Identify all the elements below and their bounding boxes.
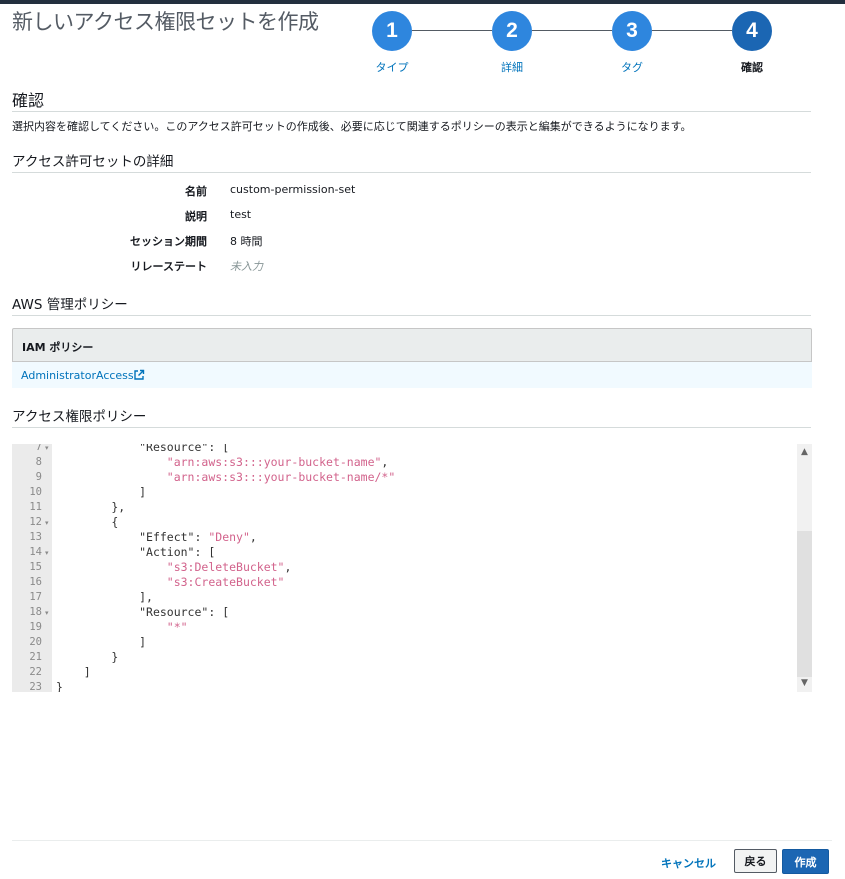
line-number: 20: [29, 636, 42, 648]
column-header-iam-policy: IAM ポリシー: [22, 341, 94, 354]
code-line: "Resource": [: [139, 605, 230, 619]
line-number: 9: [35, 471, 42, 483]
policy-table-header: IAM ポリシー: [12, 328, 812, 362]
policy-code-editor[interactable]: 7 ▾ 8 9 10 11 12 ▾ 13 14 ▾ 15 16 17 18 ▾ 19 20 21 22 23 "Res…: [12, 444, 812, 692]
step-connector: [652, 30, 732, 31]
line-number-gutter: 7 ▾ 8 9 10 11 12 ▾ 13 14 ▾ 15 16 17 18 ▾ 19 20 21 22 23: [12, 444, 52, 692]
code-line: "s3:DeleteBucket",: [166, 560, 292, 574]
line-number: 23: [29, 681, 42, 692]
line-number: 22: [29, 666, 42, 678]
code-line: }: [56, 650, 119, 664]
table-row: AdministratorAccess: [12, 362, 812, 388]
cancel-button[interactable]: キャンセル: [661, 855, 716, 871]
details-heading: アクセス許可セットの詳細: [12, 154, 174, 170]
page-title: 新しいアクセス権限セットを作成: [12, 10, 319, 34]
divider: [12, 172, 811, 173]
review-description: 選択内容を確認してください。このアクセス許可セットの作成後、必要に応じて関連する…: [12, 120, 692, 133]
relay-state-label: リレーステート: [130, 260, 207, 273]
code-line: "s3:CreateBucket": [166, 575, 285, 589]
description-label: 説明: [185, 210, 207, 223]
divider: [12, 427, 811, 428]
line-number: 19: [29, 621, 42, 633]
line-number: 8: [35, 456, 42, 468]
step-label[interactable]: 詳細: [472, 59, 552, 75]
line-number: 10: [29, 486, 42, 498]
line-number: 7: [35, 444, 42, 453]
code-line: ]: [56, 665, 91, 679]
code-line: }: [56, 680, 63, 692]
fold-toggle-icon[interactable]: ▾: [45, 609, 49, 617]
policy-link-administratoraccess[interactable]: AdministratorAccess: [21, 369, 134, 382]
editor-scrollbar[interactable]: ▲ ▼: [797, 444, 812, 692]
step-1[interactable]: 1 タイプ: [372, 11, 412, 74]
code-line: "arn:aws:s3:::your-bucket-name",: [166, 455, 389, 469]
line-number: 17: [29, 591, 42, 603]
top-navigation-bar: [0, 0, 845, 4]
fold-toggle-icon[interactable]: ▾: [45, 444, 49, 452]
code-line: "Action": [: [139, 545, 216, 559]
step-number: 4: [732, 11, 772, 51]
line-number: 14: [29, 546, 42, 558]
code-line: "Resource": [: [139, 444, 230, 454]
code-line: "arn:aws:s3:::your-bucket-name/*": [166, 470, 396, 484]
relay-state-value: 未入力: [230, 260, 263, 273]
step-4-current: 4 確認: [732, 11, 772, 74]
line-number: 21: [29, 651, 42, 663]
step-connector: [532, 30, 612, 31]
session-duration-value: 8 時間: [230, 235, 263, 248]
divider: [12, 111, 811, 112]
back-button[interactable]: 戻る: [734, 849, 777, 873]
step-2[interactable]: 2 詳細: [492, 11, 532, 74]
external-link-icon[interactable]: [133, 369, 145, 381]
permission-policy-heading: アクセス権限ポリシー: [12, 409, 147, 425]
code-line: "*": [166, 620, 188, 634]
description-value: test: [230, 208, 252, 221]
fold-toggle-icon[interactable]: ▾: [45, 549, 49, 557]
managed-policies-heading: AWS 管理ポリシー: [12, 297, 128, 313]
step-number: 2: [492, 11, 532, 51]
line-number: 11: [29, 501, 42, 513]
line-number: 18: [29, 606, 42, 618]
scroll-up-icon[interactable]: ▲: [797, 447, 812, 457]
fold-toggle-icon[interactable]: ▾: [45, 519, 49, 527]
line-number: 12: [29, 516, 42, 528]
create-button[interactable]: 作成: [782, 849, 829, 874]
step-label[interactable]: タイプ: [352, 59, 432, 75]
code-line: "Effect": "Deny",: [139, 530, 257, 544]
code-line: ]: [56, 635, 147, 649]
code-line: ],: [56, 590, 153, 604]
line-number: 15: [29, 561, 42, 573]
code-line: ]: [56, 485, 147, 499]
step-connector: [412, 30, 492, 31]
scrollbar-thumb[interactable]: [797, 531, 812, 677]
line-number: 13: [29, 531, 42, 543]
footer-divider: [12, 840, 832, 841]
step-label[interactable]: タグ: [592, 59, 672, 75]
step-3[interactable]: 3 タグ: [612, 11, 652, 74]
code-line: {: [56, 515, 119, 529]
step-label: 確認: [741, 61, 763, 74]
scroll-down-icon[interactable]: ▼: [797, 678, 812, 688]
session-duration-label: セッション期間: [130, 235, 207, 248]
step-number: 1: [372, 11, 412, 51]
code-line: },: [56, 500, 126, 514]
review-heading: 確認: [12, 91, 45, 110]
line-number: 16: [29, 576, 42, 588]
step-number: 3: [612, 11, 652, 51]
name-label: 名前: [185, 185, 207, 198]
wizard-stepper: 1 タイプ 2 詳細 3 タグ 4 確認: [372, 11, 772, 75]
divider: [12, 315, 811, 316]
name-value: custom-permission-set: [230, 183, 356, 196]
